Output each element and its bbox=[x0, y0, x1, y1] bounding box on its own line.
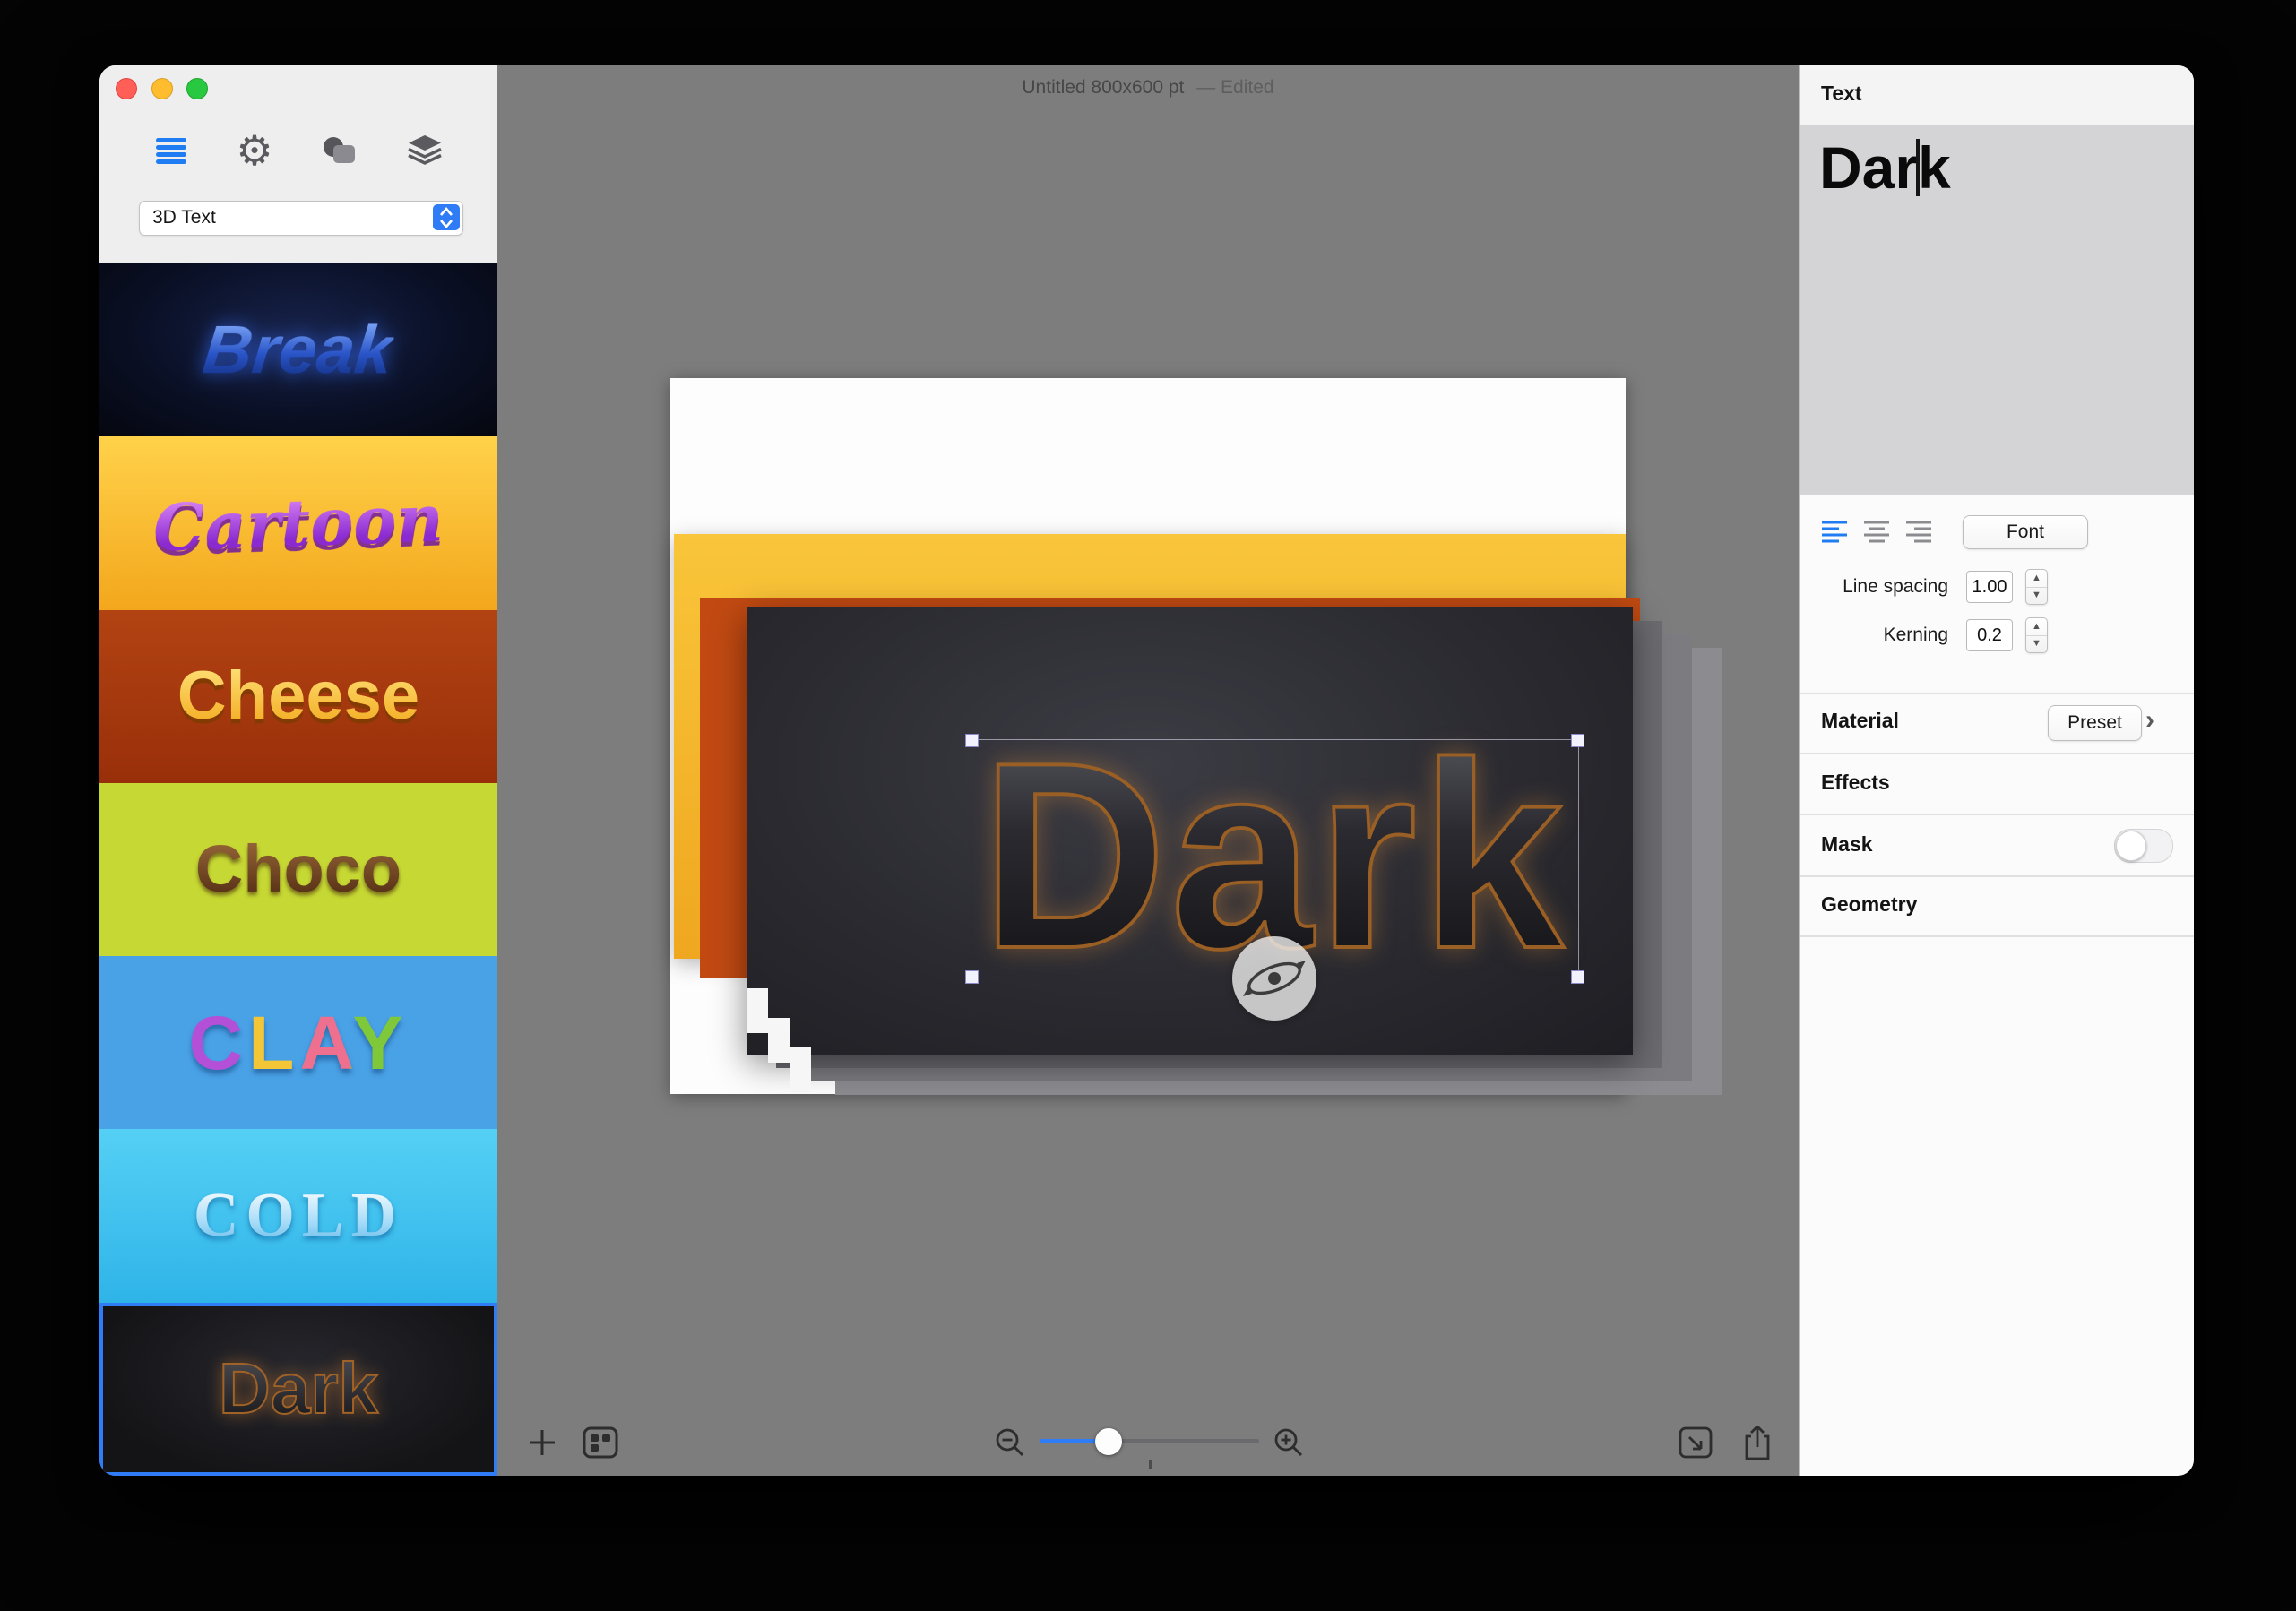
layers-icon[interactable] bbox=[405, 131, 445, 170]
preset-break-label: Break bbox=[200, 316, 396, 384]
mask-section-label: Mask bbox=[1821, 832, 1873, 857]
preset-cold[interactable]: COLD bbox=[99, 1129, 497, 1302]
align-left-icon[interactable] bbox=[1821, 519, 1848, 544]
selection-handle-topright[interactable] bbox=[1571, 734, 1584, 747]
canvas-page-step bbox=[747, 988, 768, 1033]
zoom-in-icon[interactable] bbox=[1269, 1423, 1308, 1462]
preset-cartoon-label: Cartoon bbox=[152, 486, 445, 560]
section-divider bbox=[1800, 753, 2194, 754]
canvas-area: Untitled 800x600 pt — Edited Dark bbox=[497, 65, 1799, 1476]
sidebar: ⚙︎ 3D Text bbox=[99, 65, 498, 1476]
preset-choco-label: Choco bbox=[195, 836, 401, 902]
selection-handle-bottomleft[interactable] bbox=[965, 970, 979, 984]
preset-list: Break Cartoon Cheese Choco CLAY COLD Dar… bbox=[99, 263, 497, 1476]
inspector-header-title: Text bbox=[1821, 82, 1862, 106]
line-spacing-stepper[interactable]: ▲▼ bbox=[2025, 569, 2048, 605]
settings-gear-icon[interactable]: ⚙︎ bbox=[235, 131, 274, 170]
preset-cold-label: COLD bbox=[194, 1185, 403, 1247]
add-object-button[interactable] bbox=[522, 1423, 562, 1462]
section-divider bbox=[1800, 814, 2194, 815]
share-export-icon[interactable] bbox=[1738, 1423, 1777, 1462]
geometry-section-label[interactable]: Geometry bbox=[1821, 892, 1917, 917]
sidebar-header: ⚙︎ 3D Text bbox=[99, 65, 497, 264]
mask-toggle-knob bbox=[2116, 831, 2146, 861]
zoom-slider[interactable] bbox=[1040, 1439, 1259, 1443]
align-center-icon[interactable] bbox=[1863, 519, 1890, 544]
text-edit-value: Dark bbox=[1819, 134, 1951, 202]
zoom-slider-tick bbox=[1149, 1460, 1152, 1469]
zoom-window-button[interactable] bbox=[186, 78, 208, 99]
kerning-input[interactable]: 0.2 bbox=[1966, 619, 2013, 651]
font-button[interactable]: Font bbox=[1963, 515, 2088, 549]
presets-list-icon[interactable] bbox=[151, 131, 191, 170]
preset-cheese-label: Cheese bbox=[177, 662, 419, 730]
effects-section-label[interactable]: Effects bbox=[1821, 771, 1890, 795]
resize-canvas-icon[interactable] bbox=[1676, 1423, 1715, 1462]
style-dropdown[interactable]: 3D Text bbox=[139, 201, 463, 236]
canvas-page-step bbox=[790, 1047, 811, 1092]
document-title: Untitled 800x600 pt bbox=[1022, 77, 1184, 98]
mask-toggle[interactable] bbox=[2114, 829, 2173, 863]
preset-cheese[interactable]: Cheese bbox=[99, 610, 497, 783]
inspector-header: Text bbox=[1800, 65, 2194, 125]
document-edited-badge: — Edited bbox=[1196, 77, 1273, 98]
preset-break[interactable]: Break bbox=[99, 263, 497, 436]
kerning-label: Kerning bbox=[1800, 625, 1948, 646]
minimize-window-button[interactable] bbox=[151, 78, 173, 99]
line-spacing-label: Line spacing bbox=[1800, 576, 1948, 598]
section-divider bbox=[1800, 875, 2194, 877]
inspector-panel: Text Dark bbox=[1799, 65, 2194, 1476]
kerning-stepper[interactable]: ▲▼ bbox=[2025, 617, 2048, 653]
preset-dark-label: Dark bbox=[219, 1353, 378, 1425]
zoom-slider-knob[interactable] bbox=[1095, 1428, 1122, 1455]
rotate-3d-control[interactable] bbox=[1232, 936, 1316, 1021]
rotate-3d-icon bbox=[1232, 936, 1316, 1021]
selection-handle-topleft[interactable] bbox=[965, 734, 979, 747]
preset-clay-label: CLAY bbox=[189, 1005, 409, 1081]
window-title: Untitled 800x600 pt — Edited bbox=[497, 77, 1799, 99]
selection-handle-bottomright[interactable] bbox=[1571, 970, 1584, 984]
material-section-label: Material bbox=[1821, 709, 1899, 733]
app-window: ⚙︎ 3D Text bbox=[99, 65, 2194, 1476]
text-cursor bbox=[1916, 139, 1920, 196]
close-window-button[interactable] bbox=[116, 78, 137, 99]
line-spacing-input[interactable]: 1.00 bbox=[1966, 571, 2013, 603]
preset-clay[interactable]: CLAY bbox=[99, 956, 497, 1129]
preset-dark-selected[interactable]: Dark bbox=[99, 1303, 497, 1476]
align-right-icon[interactable] bbox=[1905, 519, 1932, 544]
material-disclosure-chevron-icon[interactable]: › bbox=[2145, 705, 2154, 736]
dropdown-chevrons-icon bbox=[433, 204, 460, 230]
material-preset-button[interactable]: Preset bbox=[2048, 705, 2142, 741]
shapes-icon[interactable] bbox=[320, 131, 359, 170]
section-divider bbox=[1800, 935, 2194, 937]
style-dropdown-value: 3D Text bbox=[152, 202, 216, 234]
zoom-out-icon[interactable] bbox=[990, 1423, 1030, 1462]
templates-button[interactable] bbox=[581, 1423, 620, 1462]
text-edit-area[interactable]: Dark bbox=[1800, 125, 2194, 495]
preset-choco[interactable]: Choco bbox=[99, 783, 497, 956]
section-divider bbox=[1800, 693, 2194, 694]
canvas-page-step bbox=[768, 1018, 790, 1063]
preset-cartoon[interactable]: Cartoon bbox=[99, 436, 497, 609]
